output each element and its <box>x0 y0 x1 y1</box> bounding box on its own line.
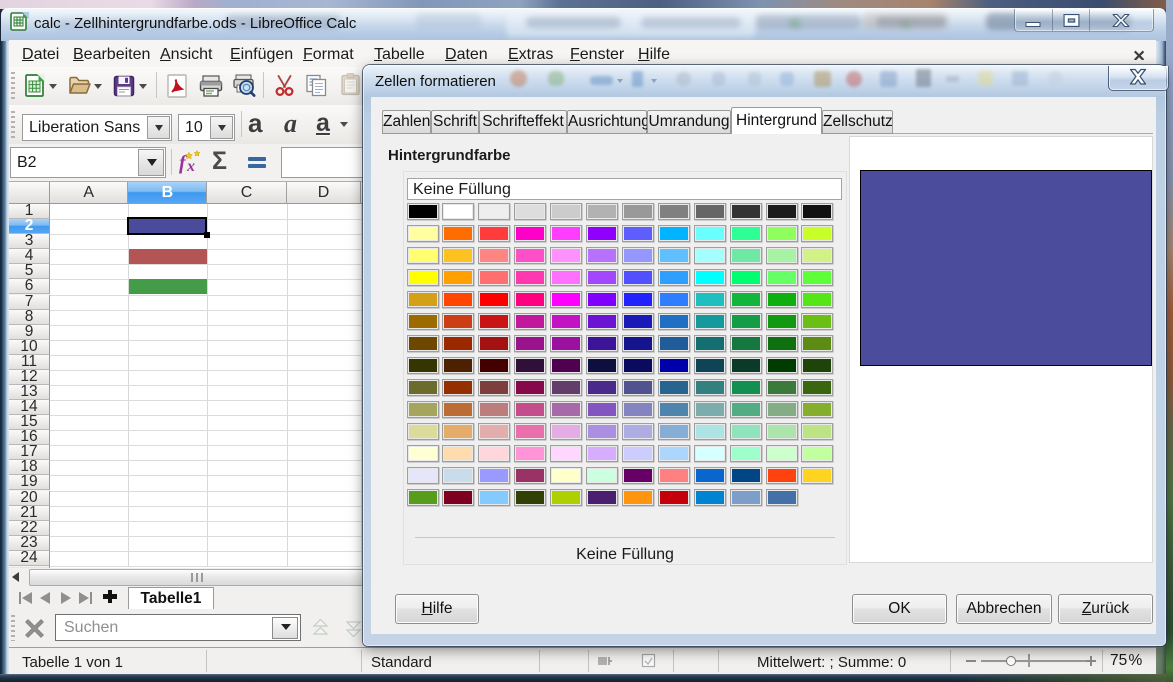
svg-text:x: x <box>186 158 195 175</box>
